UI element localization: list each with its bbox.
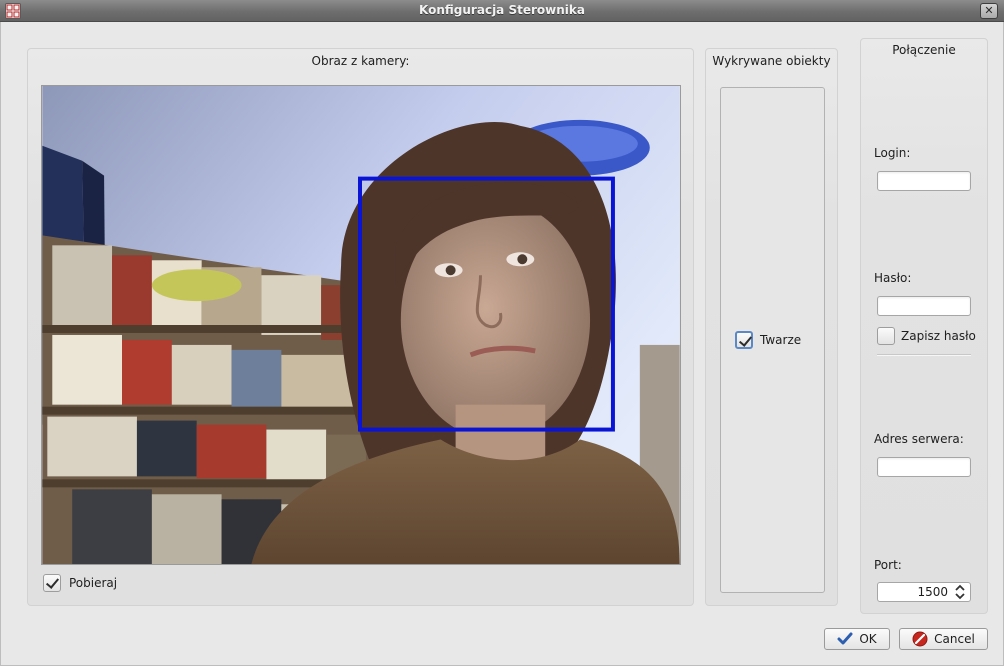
window-title: Konfiguracja Sterownika [419, 3, 585, 17]
save-password-label: Zapisz hasło [901, 329, 976, 343]
capture-label: Pobieraj [69, 576, 118, 590]
objects-group: Wykrywane obiekty Twarze [705, 48, 838, 606]
close-icon[interactable]: ✕ [980, 3, 998, 19]
objects-group-title: Wykrywane obiekty [712, 54, 831, 68]
cancel-label: Cancel [934, 632, 975, 646]
camera-group-title: Obraz z kamery: [311, 54, 410, 68]
checkmark-icon [837, 631, 853, 647]
objects-list: Twarze [720, 87, 825, 593]
login-field[interactable] [877, 171, 971, 191]
spin-arrows-icon[interactable] [954, 584, 966, 600]
faces-checkbox[interactable] [735, 331, 753, 349]
server-label: Adres serwera: [874, 432, 964, 446]
server-field[interactable] [877, 457, 971, 477]
faces-label: Twarze [760, 333, 802, 347]
connection-group: Połączenie Login: Hasło: Zapisz hasło Ad… [860, 38, 988, 614]
capture-checkbox[interactable] [43, 574, 61, 592]
port-value: 1500 [917, 585, 948, 599]
port-spinbox[interactable]: 1500 [877, 582, 971, 602]
password-label: Hasło: [874, 271, 912, 285]
camera-group: Obraz z kamery: Pobieraj [27, 48, 694, 606]
separator [877, 354, 971, 356]
ok-label: OK [859, 632, 877, 646]
title-bar: Konfiguracja Sterownika ✕ [0, 0, 1004, 22]
save-password-checkbox[interactable] [877, 327, 895, 345]
cancel-icon [912, 631, 928, 647]
cancel-button[interactable]: Cancel [899, 628, 988, 650]
login-label: Login: [874, 146, 911, 160]
camera-image [41, 85, 681, 565]
port-label: Port: [874, 558, 902, 572]
ok-button[interactable]: OK [824, 628, 890, 650]
connection-group-title: Połączenie [892, 43, 956, 57]
password-field[interactable] [877, 296, 971, 316]
